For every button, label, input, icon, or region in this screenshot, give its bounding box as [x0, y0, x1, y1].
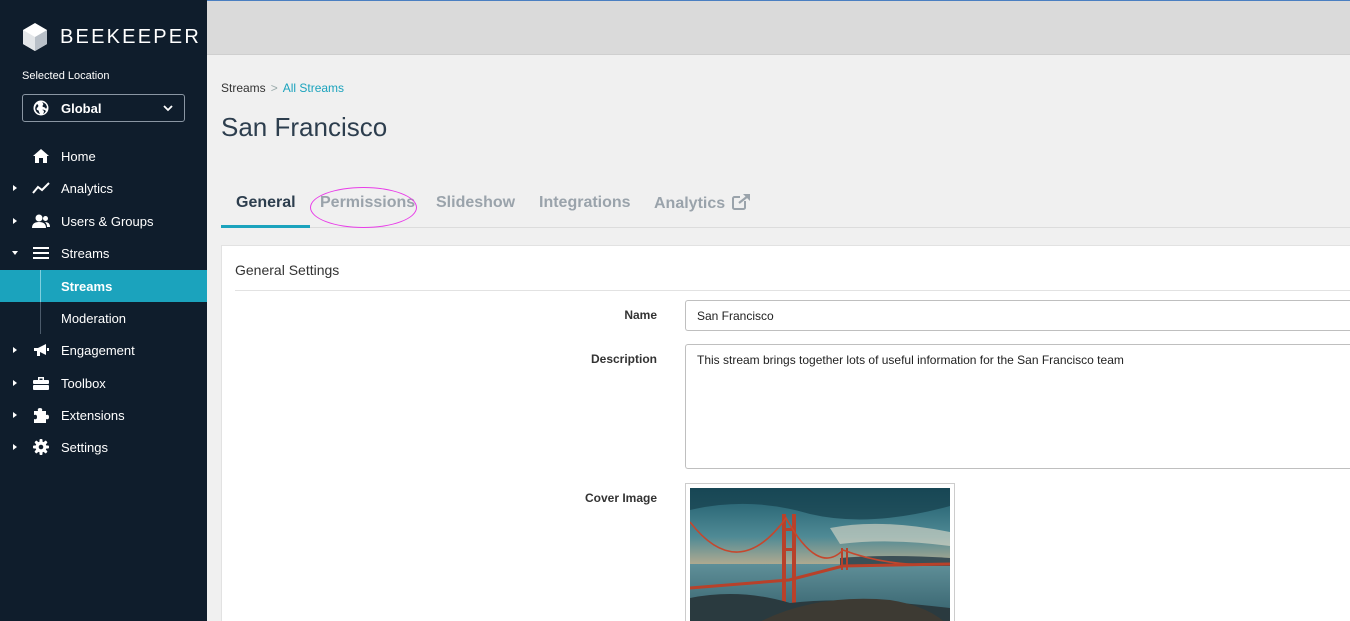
- sidebar: BEEKEEPER Selected Location Global Home …: [0, 0, 207, 621]
- tab-general-label: General: [236, 194, 296, 211]
- nav-item-streams-label: Streams: [61, 245, 110, 261]
- nav-item-extensions[interactable]: Extensions: [0, 400, 207, 430]
- tab-integrations-label: Integrations: [539, 194, 631, 211]
- external-link-icon: [731, 194, 750, 210]
- brand-name: BEEKEEPER: [60, 25, 201, 48]
- page-title: San Francisco: [221, 112, 388, 142]
- nav-item-users-groups-label: Users & Groups: [61, 213, 154, 229]
- cover-image-label: Cover Image: [584, 491, 657, 505]
- nav-item-home[interactable]: Home: [0, 141, 207, 171]
- nav-item-home-label: Home: [61, 148, 96, 164]
- nav-item-analytics[interactable]: Analytics: [0, 173, 207, 203]
- nav-item-engagement-label: Engagement: [61, 342, 135, 358]
- beekeeper-logo-icon: [23, 23, 47, 51]
- nav-item-toolbox-label: Toolbox: [61, 375, 106, 391]
- sub-nav-moderation[interactable]: Moderation: [40, 302, 207, 334]
- nav-item-streams[interactable]: Streams: [0, 238, 207, 268]
- breadcrumb: Streams > All Streams: [221, 81, 344, 95]
- tab-slideshow[interactable]: Slideshow: [436, 194, 515, 228]
- permissions-highlight-annotation: [310, 187, 417, 228]
- name-label: Name: [624, 308, 657, 322]
- nav-item-analytics-label: Analytics: [61, 180, 114, 196]
- nav-item-toolbox[interactable]: Toolbox: [0, 368, 207, 398]
- nav-item-settings-label: Settings: [61, 439, 108, 455]
- divider: [235, 290, 1350, 291]
- location-select[interactable]: Global: [22, 94, 185, 122]
- selected-location-label: Selected Location: [22, 70, 110, 82]
- golden-gate-bridge-image: [690, 488, 950, 621]
- home-icon: [32, 147, 50, 165]
- chevron-down-icon: [163, 105, 173, 112]
- description-label: Description: [590, 352, 657, 366]
- tab-analytics[interactable]: Analytics: [654, 194, 750, 228]
- breadcrumb-root[interactable]: Streams: [221, 81, 266, 95]
- caret-right-icon: [13, 218, 17, 224]
- tab-general[interactable]: General: [221, 194, 310, 228]
- gear-icon: [32, 438, 50, 456]
- caret-right-icon: [13, 347, 17, 353]
- description-textarea[interactable]: This stream brings together lots of usef…: [685, 344, 1350, 469]
- brand[interactable]: BEEKEEPER: [22, 22, 201, 52]
- breadcrumb-all-streams-link[interactable]: All Streams: [283, 81, 344, 95]
- nav-item-settings[interactable]: Settings: [0, 432, 207, 462]
- trend-icon: [32, 179, 50, 197]
- nav-item-users-groups[interactable]: Users & Groups: [0, 206, 207, 236]
- tab-analytics-label: Analytics: [654, 195, 726, 212]
- name-input[interactable]: San Francisco: [685, 300, 1350, 331]
- menu-lines-icon: [32, 244, 50, 262]
- caret-right-icon: [13, 185, 17, 191]
- toolbox-icon: [32, 374, 50, 392]
- puzzle-icon: [32, 406, 50, 424]
- general-settings-card: General Settings Name San Francisco Desc…: [221, 245, 1350, 621]
- nav-item-engagement[interactable]: Engagement: [0, 335, 207, 365]
- tab-integrations[interactable]: Integrations: [539, 194, 631, 228]
- nav-item-extensions-label: Extensions: [61, 407, 125, 423]
- cover-image-frame[interactable]: [685, 483, 955, 621]
- sub-nav-streams[interactable]: Streams: [0, 270, 207, 302]
- breadcrumb-separator: >: [270, 81, 278, 95]
- caret-right-icon: [13, 380, 17, 386]
- globe-icon: [33, 100, 49, 116]
- caret-right-icon: [13, 412, 17, 418]
- location-value: Global: [61, 100, 102, 116]
- tab-slideshow-label: Slideshow: [436, 194, 516, 211]
- caret-down-icon: [12, 251, 18, 255]
- users-icon: [32, 212, 50, 230]
- caret-right-icon: [13, 444, 17, 450]
- section-title: General Settings: [235, 262, 340, 278]
- top-bar: [207, 0, 1350, 55]
- megaphone-icon: [32, 341, 50, 359]
